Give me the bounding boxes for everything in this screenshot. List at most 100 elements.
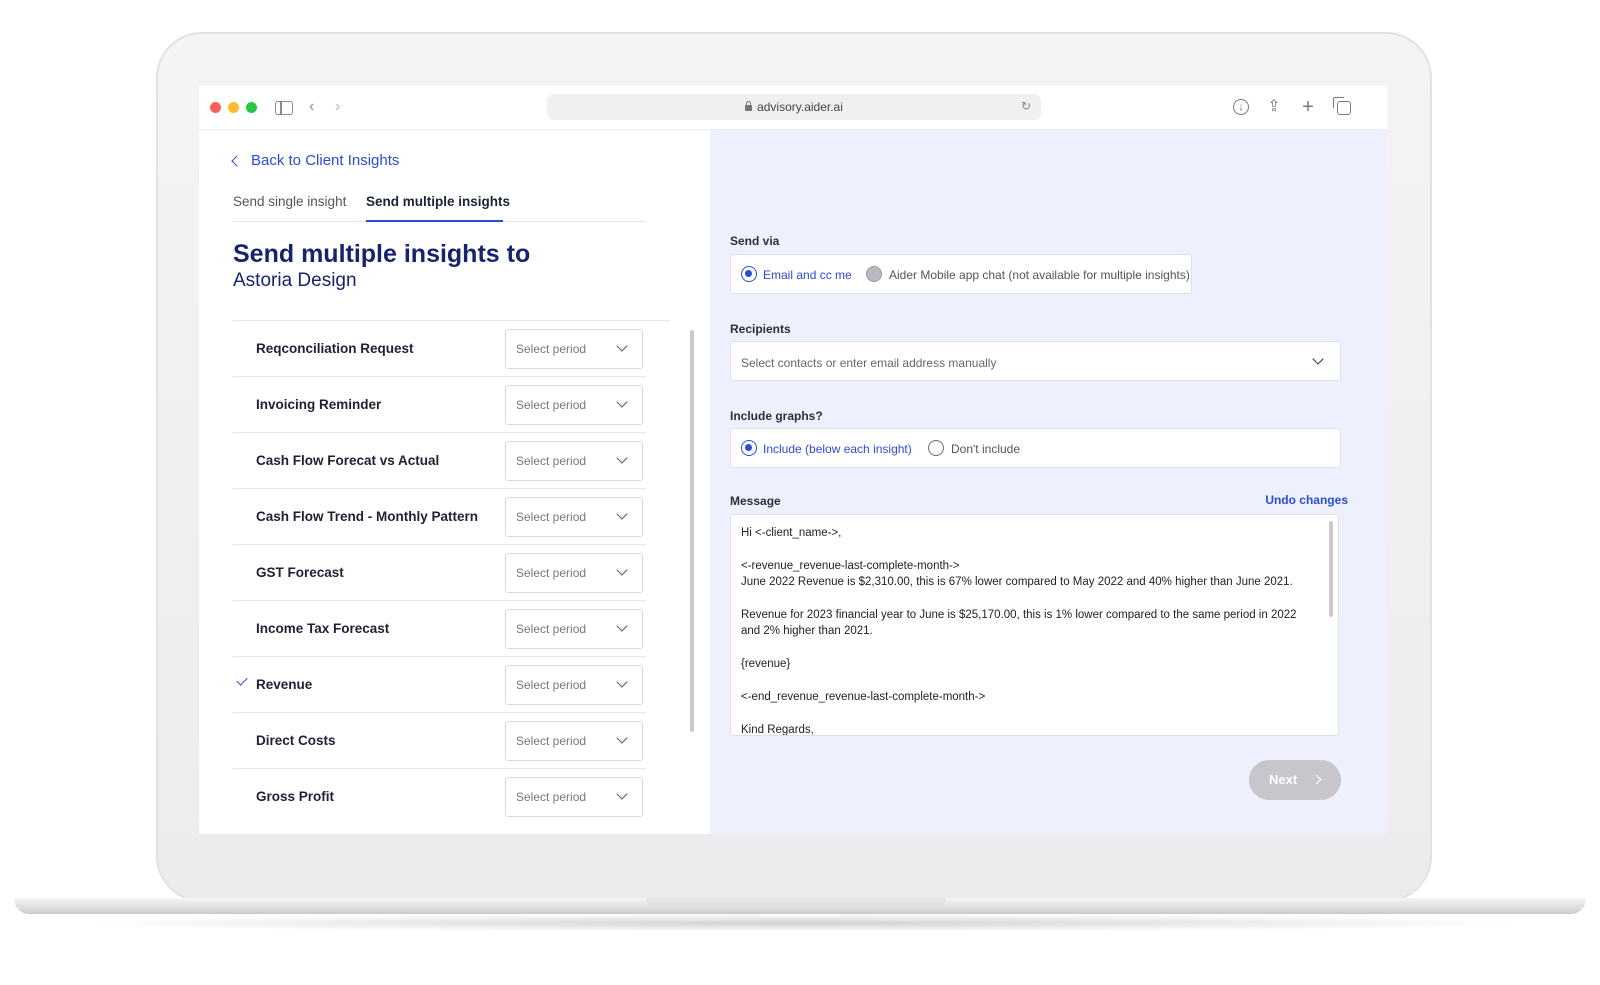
period-select[interactable]: Select period	[505, 385, 643, 425]
period-select-placeholder: Select period	[516, 622, 587, 636]
message-line: Hi <-client_name->,	[741, 527, 842, 539]
recipients-label: Recipients	[730, 322, 791, 336]
message-label: Message	[730, 494, 781, 508]
period-select[interactable]: Select period	[505, 329, 643, 369]
minimize-window-button[interactable]	[228, 102, 239, 113]
insight-list-scrollbar[interactable]	[690, 330, 694, 732]
message-scrollbar[interactable]	[1329, 521, 1333, 617]
url-text-wrap: advisory.aider.ai	[547, 100, 1041, 114]
tab-overview-icon[interactable]	[1333, 97, 1351, 115]
period-select-placeholder: Select period	[516, 566, 587, 580]
left-panel: Back to Client Insights Send single insi…	[199, 130, 710, 834]
insight-label: Invoicing Reminder	[256, 397, 382, 412]
maximize-window-button[interactable]	[246, 102, 257, 113]
chevron-down-icon	[616, 508, 628, 520]
laptop-notch	[646, 898, 946, 908]
period-select[interactable]: Select period	[505, 553, 643, 593]
radio-label[interactable]: Include (below each insight)	[763, 442, 912, 456]
laptop-shadow	[60, 914, 1540, 932]
insight-row[interactable]: Income Tax Forecast Select period	[233, 601, 646, 657]
back-arrow-icon[interactable]: ‹	[309, 98, 314, 116]
close-window-button[interactable]	[210, 102, 221, 113]
radio-email-and-cc-me[interactable]	[741, 266, 757, 282]
period-select-placeholder: Select period	[516, 454, 587, 468]
next-button[interactable]: Next	[1249, 760, 1341, 800]
recipients-placeholder: Select contacts or enter email address m…	[741, 356, 997, 370]
chevron-down-icon	[616, 396, 628, 408]
active-tab-indicator	[366, 220, 503, 222]
forward-arrow-icon[interactable]: ›	[335, 98, 340, 116]
back-link-label: Back to Client Insights	[251, 152, 400, 169]
address-bar[interactable]: advisory.aider.ai ↻	[547, 94, 1041, 120]
period-select[interactable]: Select period	[505, 777, 643, 817]
period-select[interactable]: Select period	[505, 441, 643, 481]
insight-row[interactable]: Direct Costs Select period	[233, 713, 646, 769]
chevron-down-icon	[616, 620, 628, 632]
period-select[interactable]: Select period	[505, 497, 643, 537]
radio-label[interactable]: Don't include	[951, 442, 1020, 456]
message-textarea[interactable]: Hi <-client_name->, <-revenue_revenue-la…	[730, 514, 1339, 736]
chevron-down-icon	[1312, 353, 1324, 365]
message-line: June 2022 Revenue is $2,310.00, this is …	[741, 576, 1293, 588]
browser-window: ‹ › advisory.aider.ai ↻ ⇪ + Back to Clie…	[199, 86, 1387, 834]
insight-row-selected[interactable]: Revenue Select period	[233, 657, 646, 713]
insight-row[interactable]: GST Forecast Select period	[233, 545, 646, 601]
download-icon[interactable]	[1233, 97, 1249, 117]
period-select[interactable]: Select period	[505, 721, 643, 761]
insight-label: Revenue	[256, 677, 313, 692]
radio-label[interactable]: Email and cc me	[763, 268, 852, 282]
insight-row[interactable]: Reqconciliation Request Select period	[233, 321, 646, 377]
radio-mobile-app-chat	[866, 266, 882, 282]
radio-include-graphs[interactable]	[741, 440, 757, 456]
chevron-down-icon	[616, 340, 628, 352]
period-select-placeholder: Select period	[516, 510, 587, 524]
page-title: Send multiple insights to	[233, 240, 531, 268]
recipients-select[interactable]: Select contacts or enter email address m…	[730, 341, 1341, 381]
send-via-label: Send via	[730, 234, 780, 248]
back-to-client-insights-link[interactable]: Back to Client Insights	[231, 152, 400, 169]
period-select-placeholder: Select period	[516, 678, 587, 692]
include-graphs-label: Include graphs?	[730, 409, 823, 423]
tab-send-multiple-insights[interactable]: Send multiple insights	[366, 194, 510, 209]
url-text: advisory.aider.ai	[757, 100, 843, 114]
radio-label: Aider Mobile app chat (not available for…	[889, 268, 1190, 282]
insight-label: Income Tax Forecast	[256, 621, 390, 636]
sidebar-toggle-icon[interactable]	[275, 101, 293, 115]
message-line: <-revenue_revenue-last-complete-month->	[741, 560, 960, 572]
chevron-right-icon	[1311, 774, 1322, 785]
tab-send-single-insight[interactable]: Send single insight	[233, 194, 346, 209]
send-mode-tabs: Send single insight Send multiple insigh…	[233, 190, 646, 222]
send-via-options: Email and cc me Aider Mobile app chat (n…	[730, 254, 1192, 294]
chevron-down-icon	[616, 452, 628, 464]
insight-row[interactable]: Gross Profit Select period	[233, 769, 646, 825]
share-icon[interactable]: ⇪	[1264, 97, 1284, 117]
message-line: <-end_revenue_revenue-last-complete-mont…	[741, 691, 986, 703]
chevron-down-icon	[616, 676, 628, 688]
checkmark-icon	[236, 674, 248, 686]
client-name: Astoria Design	[233, 270, 357, 291]
insight-label: GST Forecast	[256, 565, 344, 580]
new-tab-icon[interactable]: +	[1298, 97, 1318, 117]
period-select-placeholder: Select period	[516, 734, 587, 748]
insight-label: Gross Profit	[256, 789, 335, 804]
message-line: Revenue for 2023 financial year to June …	[741, 609, 1297, 621]
undo-changes-link[interactable]: Undo changes	[1265, 493, 1348, 507]
lock-icon	[745, 101, 753, 111]
chevron-down-icon	[616, 564, 628, 576]
browser-toolbar: ‹ › advisory.aider.ai ↻ ⇪ +	[199, 86, 1387, 130]
insight-row[interactable]: Cash Flow Forecat vs Actual Select perio…	[233, 433, 646, 489]
period-select-placeholder: Select period	[516, 398, 587, 412]
reload-icon[interactable]: ↻	[1021, 99, 1031, 113]
message-line: {revenue}	[741, 658, 791, 670]
radio-dont-include-graphs[interactable]	[928, 440, 944, 456]
period-select[interactable]: Select period	[505, 609, 643, 649]
insight-row[interactable]: Invoicing Reminder Select period	[233, 377, 646, 433]
insight-row[interactable]: Cash Flow Trend - Monthly Pattern Select…	[233, 489, 646, 545]
chevron-down-icon	[616, 788, 628, 800]
insight-label: Cash Flow Forecat vs Actual	[256, 453, 440, 468]
period-select-placeholder: Select period	[516, 790, 587, 804]
message-line: and 2% higher than 2021.	[741, 625, 873, 637]
message-line: Kind Regards,	[741, 724, 814, 736]
insight-label: Direct Costs	[256, 733, 336, 748]
period-select[interactable]: Select period	[505, 665, 643, 705]
